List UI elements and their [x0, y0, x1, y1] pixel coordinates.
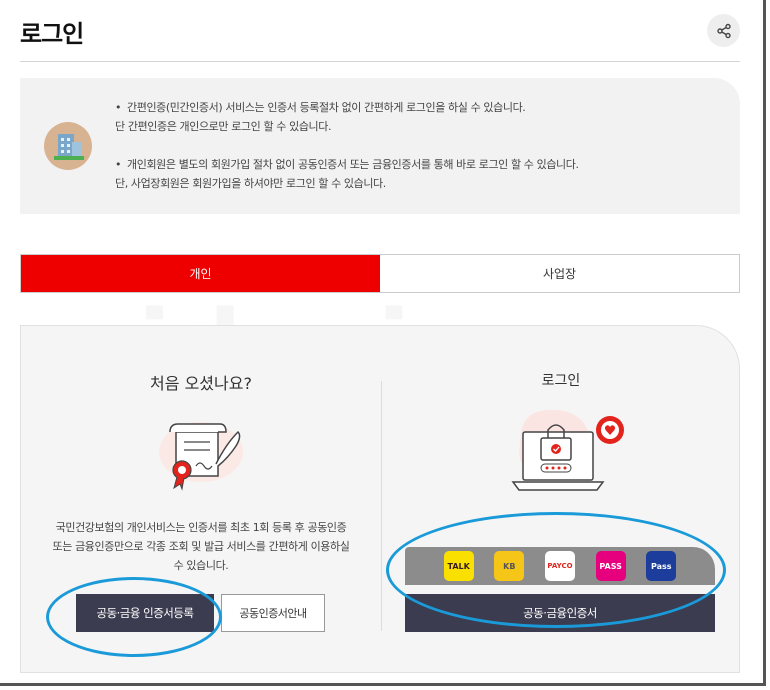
pass-samsung-icon[interactable]: Pass [646, 551, 677, 581]
notice-line-2: 단 간편인증은 개인으로만 로그인 할 수 있습니다. [115, 120, 332, 133]
title-divider [20, 61, 740, 62]
bullet: • [115, 101, 122, 114]
bullet: • [115, 158, 122, 171]
simple-auth-icons-bar: TALK KB PAYCO PASS Pass [405, 547, 715, 585]
first-visit-desc-1: 국민건강보험의 개인서비스는 인증서를 최초 1회 등록 후 공동인증 [55, 521, 347, 534]
first-visit-desc-3: 수 있습니다. [173, 559, 229, 572]
register-certificate-button[interactable]: 공동·금융 인증서등록 [76, 594, 214, 632]
kb-bank-icon[interactable]: KB [494, 551, 525, 581]
panel-divider [381, 381, 382, 631]
notice-line-4: 단, 사업장회원은 회원가입을 하셔야만 로그인 할 수 있습니다. [115, 177, 386, 190]
certificate-guide-button[interactable]: 공동인증서안내 [221, 594, 325, 632]
first-visit-desc-2: 또는 금융인증만으로 각종 조회 및 발급 서비스를 간편하게 이용하실 [52, 540, 350, 553]
notice-box: • 간편인증(민간인증서) 서비스는 인증서 등록절차 없이 간편하게 로그인을 … [20, 78, 740, 214]
member-type-tabs: 개인 사업장 [20, 254, 740, 293]
share-button[interactable] [707, 14, 740, 47]
share-icon [716, 23, 731, 38]
payco-icon[interactable]: PAYCO [544, 551, 575, 581]
login-panel: 처음 오셨나요? 국민건강보험의 개인서비스는 인증서를 최초 1회 등록 후 … [20, 325, 740, 673]
certificate-scroll-icon [159, 422, 243, 491]
tab-personal[interactable]: 개인 [21, 255, 380, 292]
tab-business[interactable]: 사업장 [380, 255, 739, 292]
building-icon [44, 122, 92, 170]
first-visit-title: 처음 오셨나요? [150, 374, 252, 393]
notice-line-1: • 간편인증(민간인증서) 서비스는 인증서 등록절차 없이 간편하게 로그인을 … [115, 98, 526, 117]
laptop-lock-icon [511, 409, 624, 491]
notice-line-3: • 개인회원은 별도의 회원가입 절차 없이 공동인증서 또는 금융인증서를 통해… [115, 155, 579, 174]
certificate-login-button[interactable]: 공동·금융인증서 [405, 594, 715, 632]
pass-telecom-icon[interactable]: PASS [595, 551, 626, 581]
kakao-talk-icon[interactable]: TALK [443, 551, 474, 581]
login-title: 로그인 [541, 373, 581, 389]
page-title: 로그인 [20, 20, 84, 48]
